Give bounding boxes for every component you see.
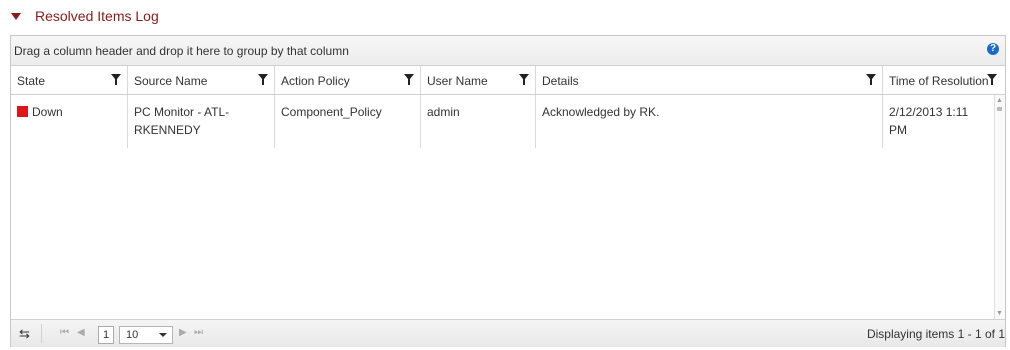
column-header-state[interactable]: State [11,66,128,94]
cell-details: Acknowledged by RK. [536,95,883,148]
refresh-icon[interactable]: ⇆ [19,326,30,342]
filter-icon[interactable] [519,74,529,85]
filter-icon[interactable] [987,74,997,85]
action-policy-text: Component_Policy [281,105,382,119]
user-name-text: admin [427,105,460,119]
collapse-arrow-icon[interactable] [11,12,21,20]
current-page-input[interactable]: 1 [98,326,114,344]
column-label: Source Name [134,74,208,88]
filter-icon[interactable] [258,74,268,85]
pager-divider [41,324,42,343]
group-by-drop-zone[interactable]: Drag a column header and drop it here to… [11,36,1005,66]
page-size-select[interactable]: 10 [119,326,173,344]
column-label: State [17,74,46,88]
scroll-down-icon[interactable]: ▼ [996,310,1003,317]
chevron-down-icon [159,333,167,337]
help-icon[interactable]: ? [987,43,999,55]
scroll-thumb[interactable] [997,107,1002,111]
section-header[interactable]: Resolved Items Log [10,6,159,26]
prev-page-icon[interactable]: ◀ [77,327,85,338]
cell-state: Down [11,95,128,148]
group-by-hint: Drag a column header and drop it here to… [14,44,349,58]
column-header-user-name[interactable]: User Name [421,66,536,94]
scroll-up-icon[interactable]: ▲ [996,97,1003,104]
filter-icon[interactable] [111,74,121,85]
section-title: Resolved Items Log [35,8,159,24]
first-page-icon[interactable]: ⏮ [60,327,69,338]
state-text: Down [32,105,63,119]
cell-user-name: admin [421,95,536,148]
cell-time-of-resolution: 2/12/2013 1:11 PM [883,95,995,148]
filter-icon[interactable] [866,74,876,85]
time-of-resolution-text: 2/12/2013 1:11 PM [889,105,969,137]
table-row[interactable]: Down PC Monitor - ATL-RKENNEDY Component… [11,95,995,148]
column-header-row: State Source Name Action Policy User Nam… [11,66,1005,95]
cell-source-name: PC Monitor - ATL-RKENNEDY [128,95,275,148]
resolved-items-grid: Drag a column header and drop it here to… [10,35,1006,347]
last-page-icon[interactable]: ⏭ [194,327,203,338]
cell-action-policy: Component_Policy [275,95,421,148]
filter-icon[interactable] [404,74,414,85]
next-page-icon[interactable]: ▶ [179,327,187,338]
column-label: Time of Resolution [889,74,989,88]
column-header-action-policy[interactable]: Action Policy [275,66,421,94]
source-name-text: PC Monitor - ATL-RKENNEDY [134,105,230,137]
column-header-time-of-resolution[interactable]: Time of Resolution [883,66,1005,94]
column-label: Action Policy [281,74,350,88]
column-label: User Name [427,74,488,88]
vertical-scrollbar[interactable]: ▲ ▼ [994,95,1005,319]
paging-info: Displaying items 1 - 1 of 1 [866,327,1005,341]
details-text: Acknowledged by RK. [542,105,660,119]
status-down-icon [17,106,28,117]
column-header-details[interactable]: Details [536,66,883,94]
pager: ⇆ ⏮ ◀ 1 10 ▶ ⏭ Displaying items 1 - 1 of… [11,319,1005,347]
column-label: Details [542,74,579,88]
column-header-source-name[interactable]: Source Name [128,66,275,94]
page-size-value: 10 [126,329,139,341]
